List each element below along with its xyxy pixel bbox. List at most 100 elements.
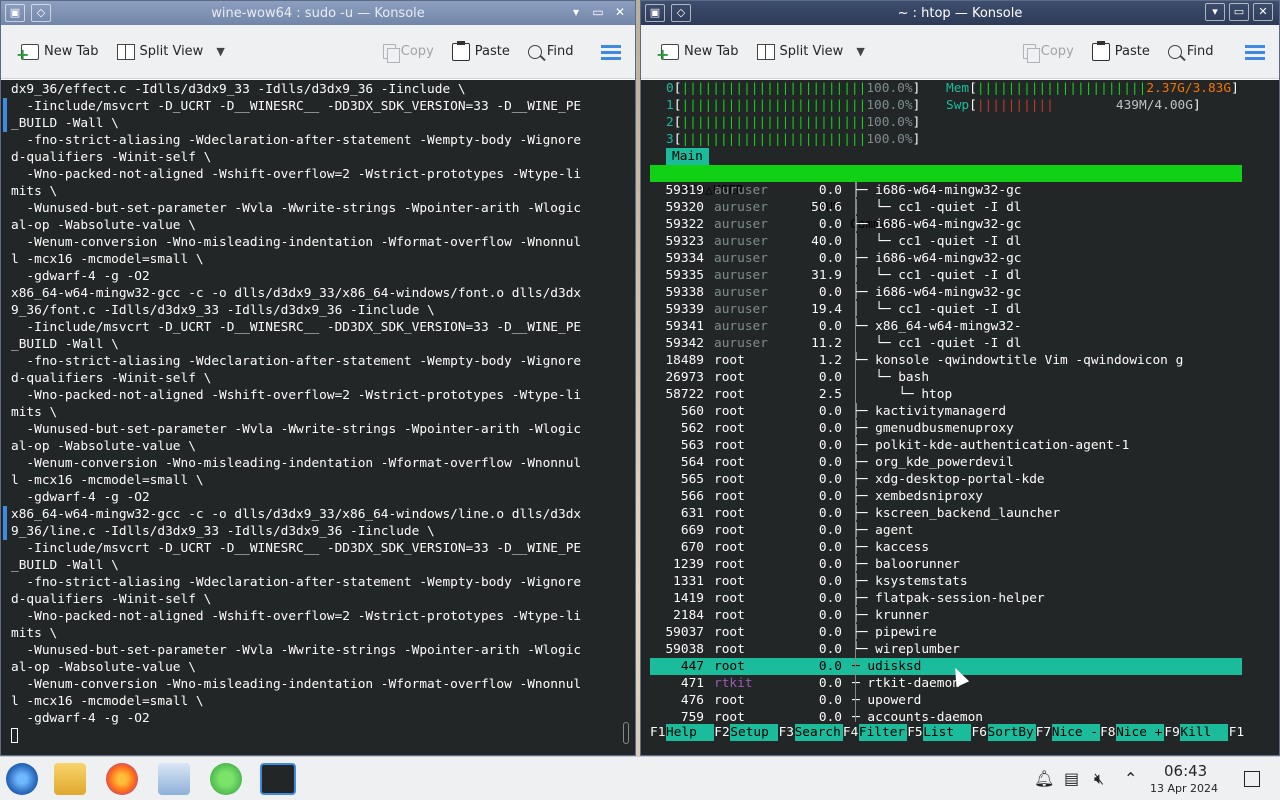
pin-icon[interactable]: ◇ (31, 4, 51, 22)
process-row[interactable]: 59341 auruser 0.0 └─ x86_64-w64-mingw32- (650, 318, 1250, 335)
split-view-button[interactable]: Split View ▼ (751, 37, 871, 67)
paste-button[interactable]: Paste (446, 37, 516, 67)
split-view-button[interactable]: Split View ▼ (111, 37, 231, 67)
file-manager-icon[interactable] (54, 763, 86, 795)
process-row[interactable]: 565 root 0.0 ├─ xdg-desktop-portal-kde (650, 471, 1250, 488)
process-row[interactable]: 59320 auruser 50.6 │ └─ cc1 -quiet -I dl (650, 199, 1250, 216)
window-titlebar[interactable]: ▣ ◇ wine-wow64 : sudo -u — Konsole ▾ ▭ ✕ (1, 1, 635, 25)
process-pid: 59322 (665, 217, 704, 232)
process-row[interactable]: 669 root 0.0 ├─ agent (650, 522, 1250, 539)
process-user: root (714, 523, 745, 538)
tools-app-icon[interactable] (210, 763, 242, 795)
process-row[interactable]: 59334 auruser 0.0 ├─ i686-w64-mingw32-gc (650, 250, 1250, 267)
konsole-taskbar-icon[interactable] (260, 763, 296, 795)
volume-muted-icon[interactable]: 🔇︎ (1094, 769, 1104, 789)
hamburger-menu-icon[interactable] (601, 45, 621, 60)
process-row[interactable]: 59322 auruser 0.0 ├─ i686-w64-mingw32-gc (650, 216, 1250, 233)
pin-icon[interactable]: ◇ (671, 4, 691, 22)
process-row[interactable]: 59319 auruser 0.0 ├─ i686-w64-mingw32-gc (650, 182, 1250, 199)
window-menu-icon[interactable]: ▣ (5, 4, 25, 22)
copy-button[interactable]: Copy (377, 37, 440, 67)
process-row[interactable]: 59339 auruser 19.4 │ └─ cc1 -quiet -I dl (650, 301, 1250, 318)
process-cmd: ─ udisksd (852, 659, 922, 674)
paste-button[interactable]: Paste (1086, 37, 1156, 67)
start-menu-icon[interactable] (6, 763, 38, 795)
terminal-line: -Wunused-but-set-parameter -Wvla -Wwrite… (11, 422, 582, 437)
copy-button[interactable]: Copy (1017, 37, 1080, 67)
process-cmd: ├─ i686-w64-mingw32-gc (852, 285, 1022, 300)
process-row[interactable]: 560 root 0.0 ├─ kactivitymanagerd (650, 403, 1250, 420)
process-user: root (714, 489, 745, 504)
process-row[interactable]: 59335 auruser 31.9 │ └─ cc1 -quiet -I dl (650, 267, 1250, 284)
process-cmd: ├─ org_kde_powerdevil (852, 455, 1014, 470)
process-row[interactable]: 18489 root 1.2 └─ konsole -qwindowtitle Vim… (650, 352, 1250, 369)
process-pid: 2184 (673, 608, 704, 623)
process-row[interactable]: 59323 auruser 40.0 │ └─ cc1 -quiet -I dl (650, 233, 1250, 250)
process-row[interactable]: 562 root 0.0 ├─ gmenudbusmenuproxy (650, 420, 1250, 437)
fkey-label[interactable]: Nice + (1116, 724, 1165, 741)
terminal-output[interactable]: dx9_36/effect.c -Idlls/d3dx9_33 -Idlls/d… (1, 80, 635, 755)
fkey-label[interactable]: SortBy (987, 724, 1036, 741)
process-user: auruser (714, 268, 768, 283)
process-row[interactable]: 59037 root 0.0 ├─ pipewire (650, 624, 1250, 641)
close-icon[interactable]: ✕ (611, 3, 629, 21)
new-tab-button[interactable]: New Tab (655, 37, 745, 67)
terminal-line: mits \ (11, 405, 58, 420)
process-row[interactable]: 563 root 0.0 ├─ polkit-kde-authentication-a… (650, 437, 1250, 454)
window-title: wine-wow64 : sudo -u — Konsole (211, 5, 425, 21)
process-row[interactable]: 476 root 0.0 ─ upowerd (650, 692, 1250, 709)
scrollbar[interactable] (623, 722, 629, 744)
window-menu-icon[interactable]: ▣ (645, 4, 665, 22)
process-row[interactable]: 59038 root 0.0 └─ wireplumber (650, 641, 1250, 658)
process-pid: 565 (680, 472, 704, 487)
process-table-header[interactable]: PID△USER CPU% Command (650, 165, 1242, 232)
process-row[interactable]: 59338 auruser 0.0 ├─ i686-w64-mingw32-gc (650, 284, 1250, 301)
process-row[interactable]: 58722 root 2.5 └─ htop (650, 386, 1250, 403)
close-icon[interactable]: ✕ (1253, 3, 1273, 21)
fkey-label[interactable]: Help (666, 724, 714, 741)
process-row[interactable]: 1331 root 0.0 ├─ ksystemstats (650, 573, 1250, 590)
hamburger-menu-icon[interactable] (1245, 45, 1265, 60)
window-titlebar[interactable]: ▣ ◇ ~ : htop — Konsole ▾ ▭ ✕ (641, 1, 1279, 25)
fkey-label[interactable]: Filter (858, 724, 907, 741)
process-row[interactable]: 2184 root 0.0 ├─ krunner (650, 607, 1250, 624)
minimize-icon[interactable]: ▾ (1205, 3, 1225, 21)
restore-icon[interactable]: ▭ (589, 3, 607, 21)
process-row[interactable]: 670 root 0.0 ├─ kaccess (650, 539, 1250, 556)
copy-icon (1022, 44, 1040, 63)
minimize-icon[interactable]: ▾ (567, 3, 585, 21)
fkey-label[interactable]: List (923, 724, 972, 741)
fkey-label[interactable]: Kill (1180, 724, 1229, 741)
process-row[interactable]: 26973 root 0.0 └─ bash (650, 369, 1250, 386)
fkey-label[interactable]: Search (794, 724, 843, 741)
process-row[interactable]: 564 root 0.0 ├─ org_kde_powerdevil (650, 454, 1250, 471)
process-cmd: └─ wireplumber (852, 642, 960, 657)
clock-date[interactable]: 13 Apr 2024 (1150, 782, 1218, 795)
process-row[interactable]: 1419 root 0.0 ├─ flatpak-session-helper (650, 590, 1250, 607)
process-row[interactable]: 471 rtkit 0.0 ─ rtkit-daemon (650, 675, 1250, 692)
show-desktop-icon[interactable] (1244, 771, 1260, 787)
new-tab-button[interactable]: New Tab (15, 37, 105, 67)
notification-bell-icon[interactable]: 🔔︎ (1034, 769, 1054, 788)
process-user: root (714, 557, 745, 572)
process-user: root (714, 608, 745, 623)
process-row[interactable]: 1239 root 0.0 ├─ baloorunner (650, 556, 1250, 573)
process-row[interactable]: 59342 auruser 11.2 └─ cc1 -quiet -I dl (650, 335, 1250, 352)
process-cmd: └─ htop (852, 387, 953, 402)
find-button[interactable]: Find (1162, 37, 1220, 67)
find-button[interactable]: Find (522, 37, 580, 67)
clock-time[interactable]: 06:43 (1164, 762, 1207, 780)
konsole-window-build[interactable]: ▣ ◇ wine-wow64 : sudo -u — Konsole ▾ ▭ ✕… (0, 0, 636, 756)
selection-marker (3, 98, 7, 132)
fkey-label[interactable]: Setup (730, 724, 779, 741)
clipboard-icon[interactable]: ▤ (1064, 769, 1079, 788)
system-settings-icon[interactable] (158, 763, 190, 795)
process-pid: 471 (680, 676, 704, 691)
firefox-icon[interactable] (106, 763, 138, 795)
tab-main[interactable]: Main (666, 148, 709, 165)
process-row[interactable]: 566 root 0.0 ├─ xembedsniproxy (650, 488, 1250, 505)
maximize-icon[interactable]: ▭ (1229, 3, 1249, 21)
fkey-label[interactable]: Nice - (1051, 724, 1100, 741)
tray-expand-icon[interactable]: ⌃ (1124, 769, 1137, 788)
process-row[interactable]: 631 root 0.0 ├─ kscreen_backend_launcher (650, 505, 1250, 522)
